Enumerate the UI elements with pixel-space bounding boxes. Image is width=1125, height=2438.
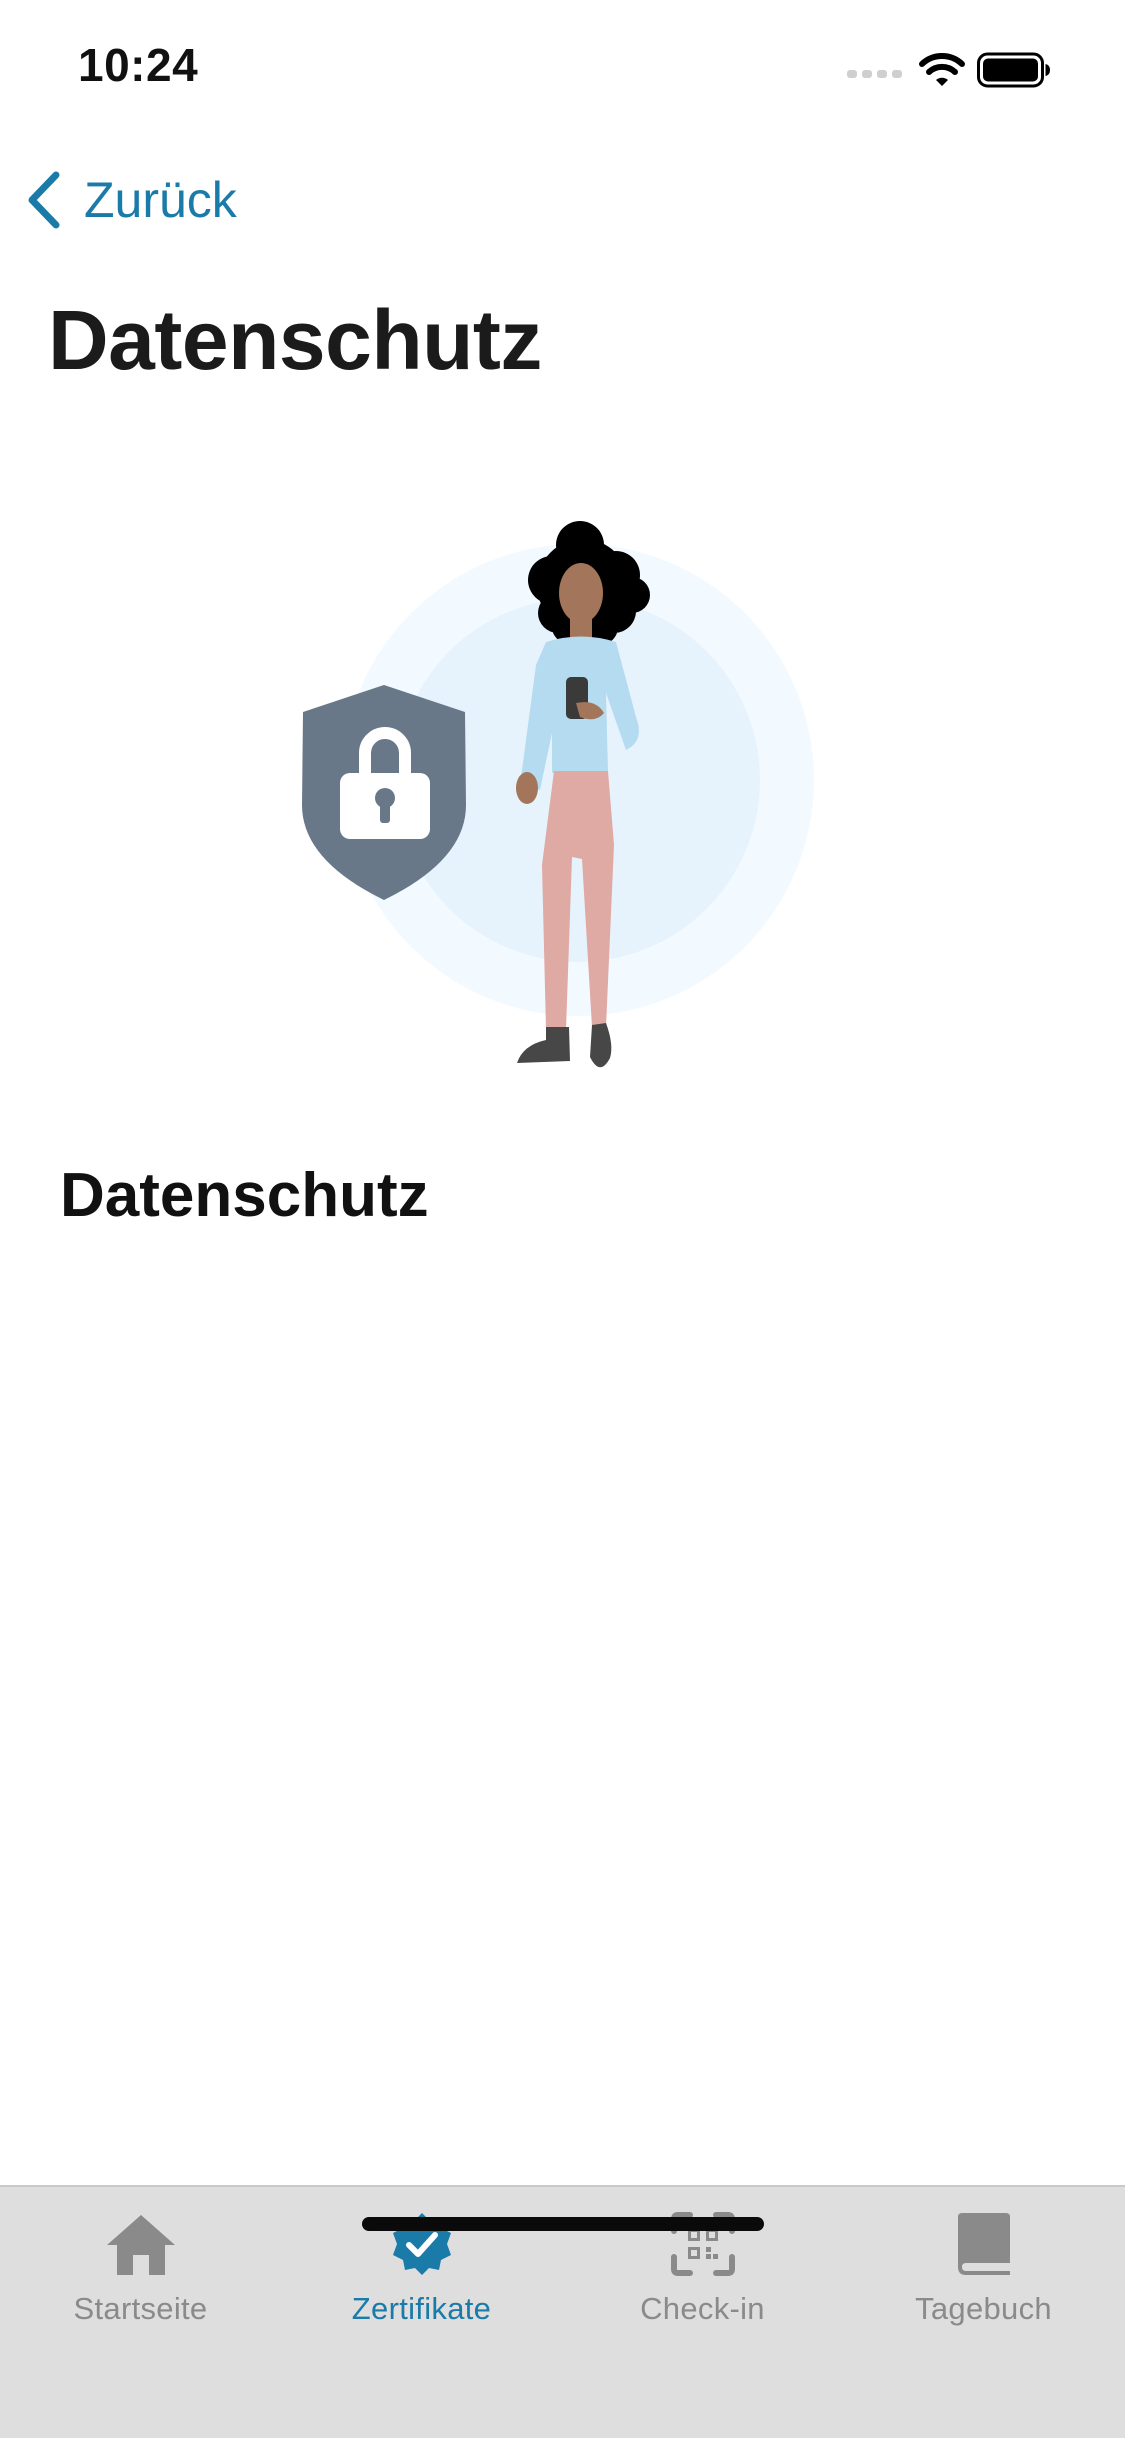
wifi-icon [919,53,965,86]
back-label: Zurück [84,172,237,228]
section-heading: Datenschutz [60,1161,429,1230]
privacy-illustration [302,521,814,1068]
book-icon [957,2213,1010,2275]
tab-label-zertifikate: Zertifikate [351,2291,492,2326]
tab-tagebuch[interactable]: Tagebuch [843,2211,1124,2361]
battery-icon [977,52,1050,88]
status-bar: 10:24 [0,0,1125,140]
status-time: 10:24 [78,39,199,91]
tab-startseite[interactable]: Startseite [0,2211,281,2361]
page-title: Datenschutz [48,293,542,387]
cellular-signal-icon [847,70,902,78]
tab-zertifikate[interactable]: Zertifikate [281,2211,562,2361]
house-icon [106,2215,175,2275]
tab-label-check-in: Check-in [640,2291,765,2326]
tab-label-startseite: Startseite [73,2291,208,2326]
tab-check-in[interactable]: Check-in [562,2211,843,2361]
status-indicators [847,48,1077,92]
back-button[interactable]: Zurück [24,160,237,240]
chevron-left-icon [28,171,60,229]
tab-label-tagebuch: Tagebuch [915,2291,1052,2326]
home-indicator[interactable] [362,2217,764,2231]
